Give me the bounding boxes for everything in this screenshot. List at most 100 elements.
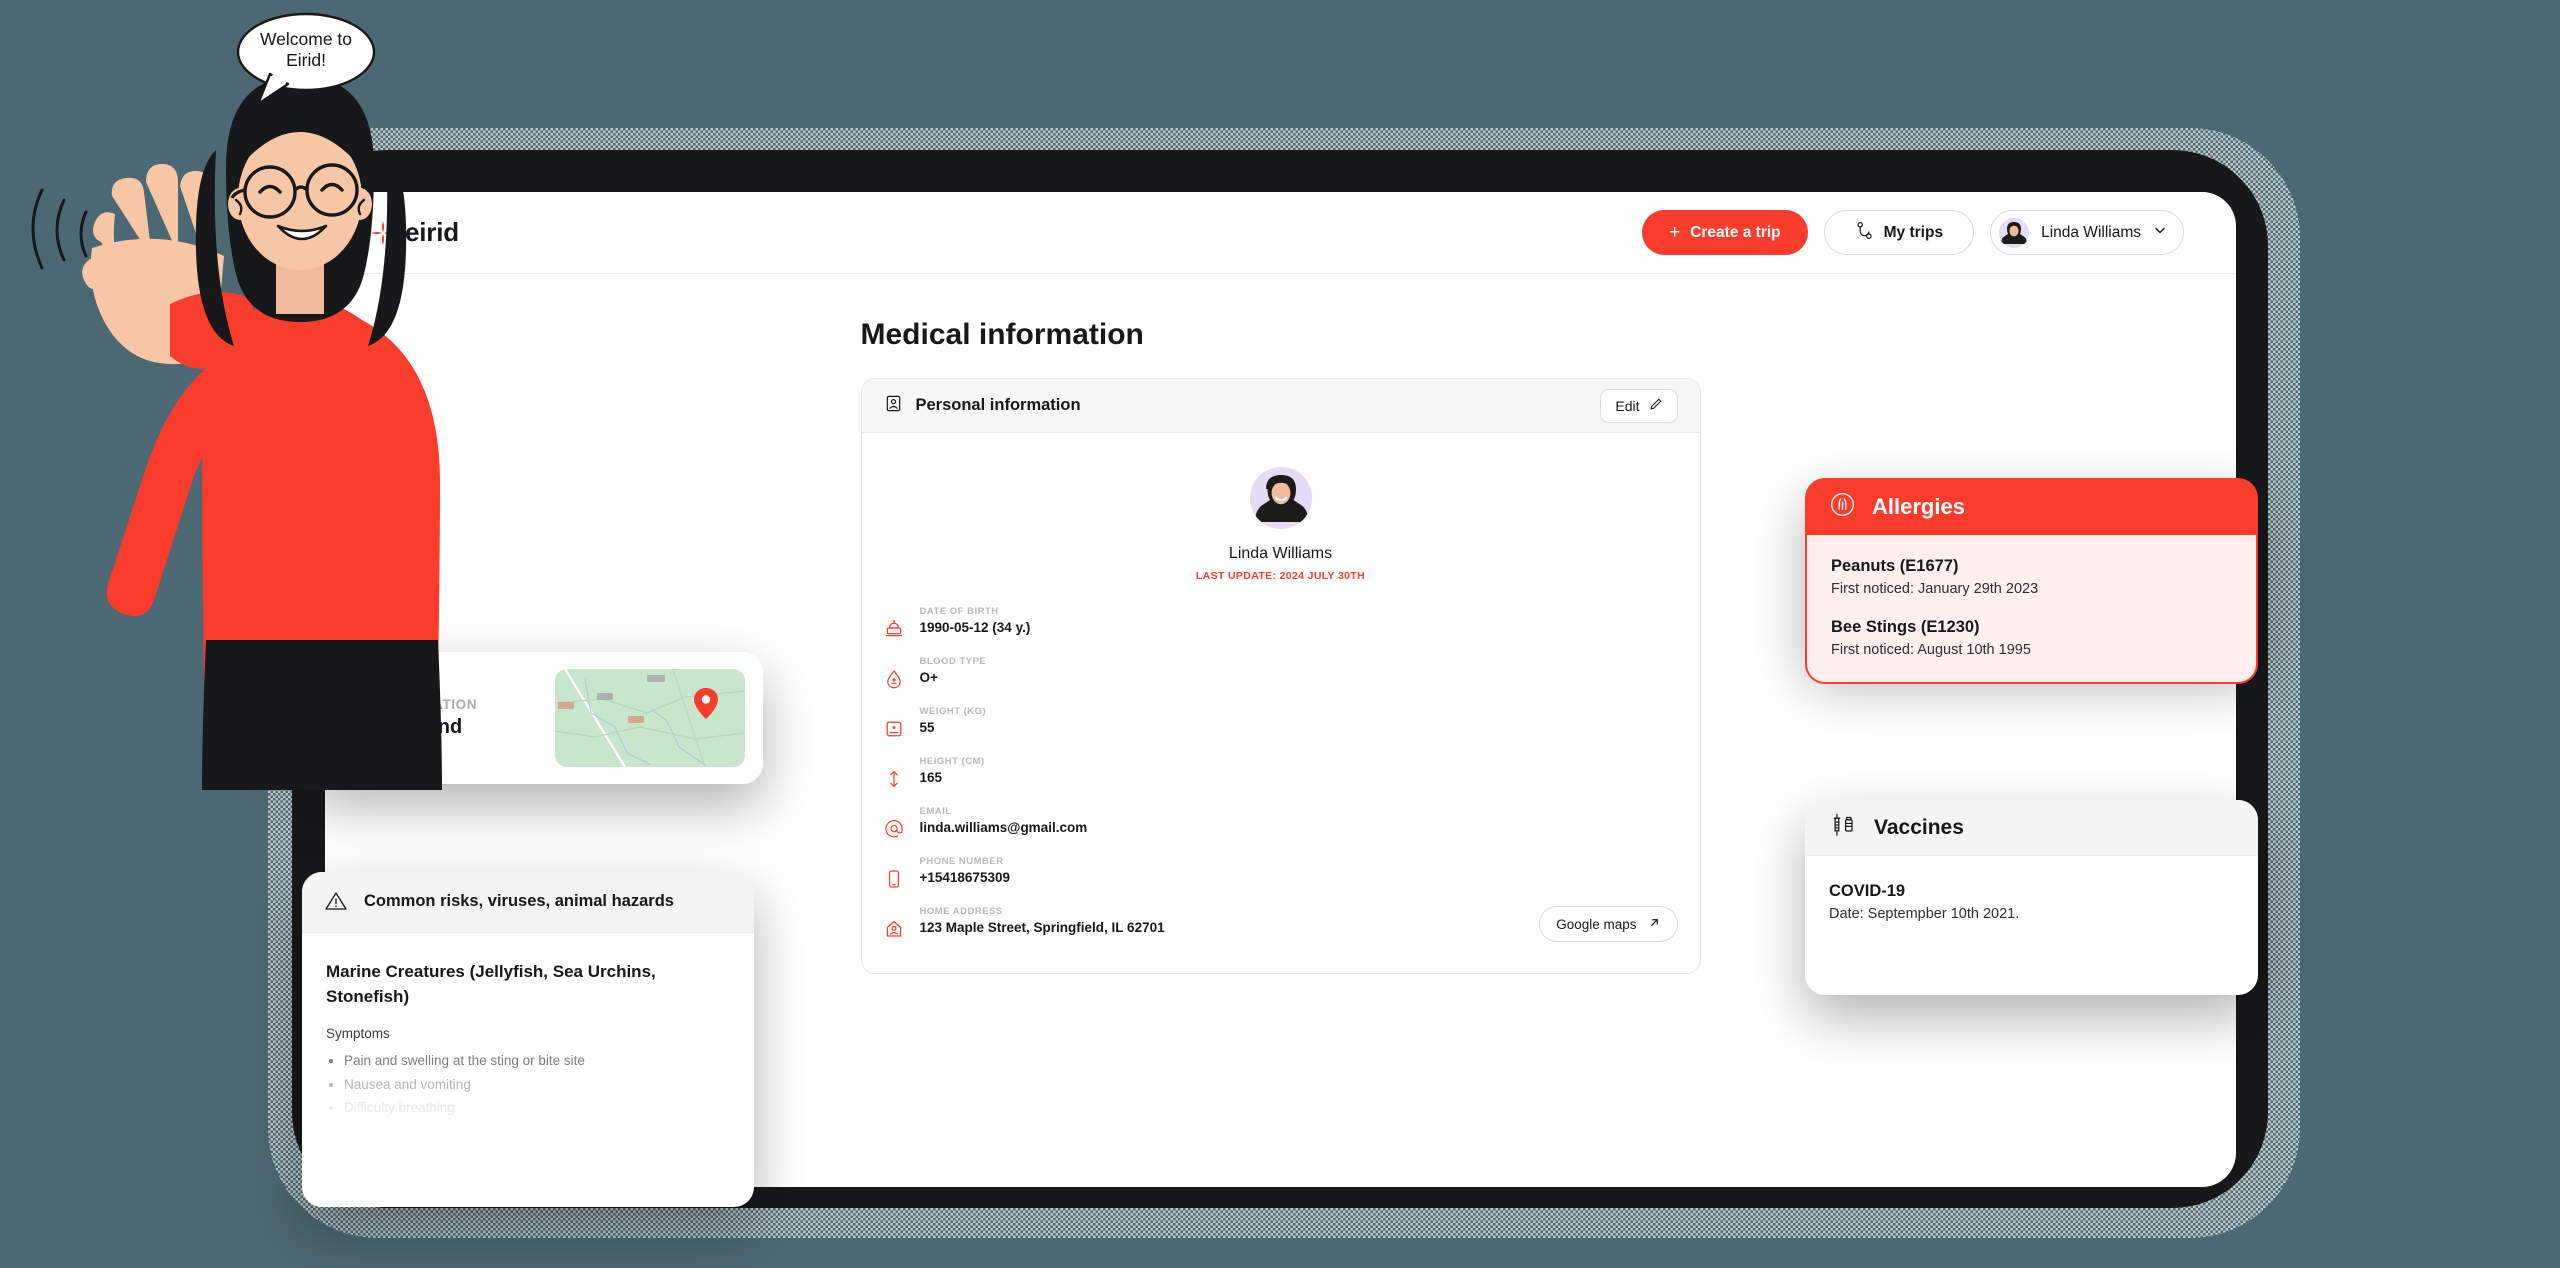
user-menu-button[interactable]: Linda Williams [1990, 210, 2184, 255]
card-header-title-group: Personal information [884, 394, 1081, 418]
symptom-item: Difficulty breathing [344, 1096, 730, 1119]
risks-card-title: Common risks, viruses, animal hazards [364, 891, 674, 910]
profile-block: Linda Williams LAST UPDATE: 2024 JULY 30… [862, 467, 1700, 582]
destination-map-thumbnail[interactable] [555, 669, 745, 767]
personal-information-card-body: Linda Williams LAST UPDATE: 2024 JULY 30… [862, 433, 1700, 973]
vaccine-name: COVID-19 [1829, 882, 1906, 900]
allergy-icon [1829, 491, 1856, 523]
screenshot-stage: eirid + Create a trip My trips Linda Wil… [0, 0, 2560, 1268]
profile-name: Linda Williams [1228, 545, 1333, 562]
id-card-icon [884, 394, 903, 418]
personal-field-value: O+ [919, 670, 938, 685]
edit-button[interactable]: Edit [1600, 388, 1678, 423]
personal-information-card-header: Personal information Edit [861, 379, 1700, 433]
google-maps-button[interactable]: Google maps [1539, 906, 1678, 942]
my-trips-label: My trips [1883, 223, 1944, 241]
personal-field-label: WEIGHT (KG) [919, 706, 987, 717]
personal-field-value: 1990-05-12 (34 y.) [919, 620, 1031, 635]
vaccines-card: Vaccines COVID-19 Date: Septempber 10th 2… [1805, 800, 2258, 995]
page-inner: Medical information Personal information… [860, 318, 1701, 974]
warning-triangle-icon [324, 889, 348, 913]
user-name: Linda Williams [2041, 223, 2141, 241]
allergy-item: Peanuts (E1677) First noticed: January 29… [1831, 557, 2232, 597]
create-trip-button[interactable]: + Create a trip [1642, 210, 1808, 255]
risks-card: Common risks, viruses, animal hazards Ma… [302, 872, 754, 1207]
personal-field-row: WEIGHT (KG) 55 [884, 698, 1678, 748]
allergies-card-title: Allergies [1872, 493, 1965, 519]
allergy-name: Bee Stings (E1230) [1831, 618, 1980, 636]
personal-field-row: HEIGHT (CM) 165 [884, 748, 1678, 798]
personal-field-value: 123 Maple Street, Springfield, IL 62701 [919, 920, 1165, 935]
create-trip-label: Create a trip [1690, 223, 1781, 241]
vaccines-card-title: Vaccines [1874, 815, 1964, 839]
allergies-card-header: Allergies [1805, 478, 2258, 535]
personal-field-label: EMAIL [919, 806, 952, 817]
allergy-detail: First noticed: August 10th 1995 [1831, 642, 2031, 658]
personal-field-value: 165 [919, 770, 943, 785]
personal-field-value: +15418675309 [919, 870, 1010, 885]
my-trips-button[interactable]: My trips [1823, 210, 1975, 255]
personal-field-text: DATE OF BIRTH 1990-05-12 (34 y.) [920, 606, 1678, 635]
speech-bubble-text: Welcome to Eirid! [259, 28, 353, 70]
cake-icon [884, 619, 904, 639]
personal-field-text: HEIGHT (CM) 165 [920, 756, 1678, 785]
phone-icon [884, 869, 904, 889]
vaccines-card-header: Vaccines [1805, 800, 2258, 856]
card-header-title: Personal information [915, 396, 1081, 414]
speech-bubble: Welcome to Eirid! [236, 12, 376, 106]
home-icon [884, 919, 904, 939]
personal-field-value: linda.williams@gmail.com [919, 820, 1088, 835]
symptom-item: Nausea and vomiting [344, 1073, 730, 1096]
vaccine-detail: Date: Septempber 10th 2021. [1829, 906, 2020, 922]
height-arrow-icon [884, 769, 904, 789]
edit-label: Edit [1615, 397, 1640, 414]
syringe-vial-icon [1829, 812, 1858, 843]
personal-fields-list: DATE OF BIRTH 1990-05-12 (34 y.) BLOOD TYP… [862, 598, 1700, 951]
personal-field-text: HOME ADDRESS 123 Maple Street, Springfiel… [920, 906, 1524, 935]
app-topbar: eirid + Create a trip My trips Linda Wil… [325, 192, 2236, 274]
symptoms-heading: Symptoms [326, 1026, 390, 1042]
topbar-actions: + Create a trip My trips Linda Williams [1642, 210, 2184, 255]
plus-icon: + [1669, 222, 1681, 243]
allergy-name: Peanuts (E1677) [1831, 557, 1959, 575]
personal-field-value: 55 [919, 720, 935, 735]
personal-field-row: EMAIL linda.williams@gmail.com [884, 798, 1678, 848]
personal-field-text: PHONE NUMBER +15418675309 [920, 856, 1678, 885]
personal-field-row: DATE OF BIRTH 1990-05-12 (34 y.) [884, 598, 1678, 648]
pencil-icon [1649, 397, 1663, 414]
chevron-down-icon [2153, 223, 2167, 242]
symptom-item: Pain and swelling at the sting or bite s… [344, 1049, 730, 1072]
google-maps-label: Google maps [1556, 916, 1637, 932]
blood-drop-icon [884, 669, 904, 689]
page-title: Medical information [860, 318, 1144, 351]
personal-field-row: HOME ADDRESS 123 Maple Street, Springfiel… [884, 898, 1678, 951]
personal-information-card: Personal information Edit Linda Williams… [860, 378, 1701, 974]
allergy-item: Bee Stings (E1230) First noticed: August … [1831, 618, 2232, 658]
risk-name: Marine Creatures (Jellyfish, Sea Urchins… [326, 962, 656, 1007]
scale-icon [884, 719, 904, 739]
personal-field-label: HEIGHT (CM) [919, 756, 985, 767]
risks-card-header: Common risks, viruses, animal hazards [302, 872, 754, 933]
vaccines-list: COVID-19 Date: Septempber 10th 2021. [1805, 856, 2258, 948]
risks-card-body: Marine Creatures (Jellyfish, Sea Urchins… [302, 933, 754, 1161]
personal-field-label: HOME ADDRESS [919, 906, 1003, 917]
personal-field-label: BLOOD TYPE [919, 656, 987, 667]
allergy-detail: First noticed: January 29th 2023 [1831, 581, 2039, 597]
at-icon [884, 819, 904, 839]
profile-avatar [1249, 467, 1312, 529]
allergies-list: Peanuts (E1677) First noticed: January 29… [1805, 535, 2258, 684]
vaccine-item: COVID-19 Date: Septempber 10th 2021. [1829, 882, 2234, 922]
personal-field-text: BLOOD TYPE O+ [920, 656, 1678, 685]
personal-field-text: EMAIL linda.williams@gmail.com [920, 806, 1678, 835]
profile-last-update: LAST UPDATE: 2024 JULY 30TH [1195, 570, 1366, 582]
personal-field-text: WEIGHT (KG) 55 [920, 706, 1678, 735]
symptoms-list: Pain and swelling at the sting or bite s… [344, 1049, 730, 1119]
arrow-up-right-icon [1648, 916, 1661, 932]
route-icon [1855, 221, 1874, 245]
avatar [1999, 217, 2030, 248]
personal-field-row: PHONE NUMBER +15418675309 [884, 848, 1678, 898]
allergies-card: Allergies Peanuts (E1677) First noticed: … [1805, 478, 2258, 684]
personal-field-label: DATE OF BIRTH [919, 606, 999, 617]
personal-field-row: BLOOD TYPE O+ [884, 648, 1678, 698]
personal-field-label: PHONE NUMBER [919, 856, 1004, 867]
